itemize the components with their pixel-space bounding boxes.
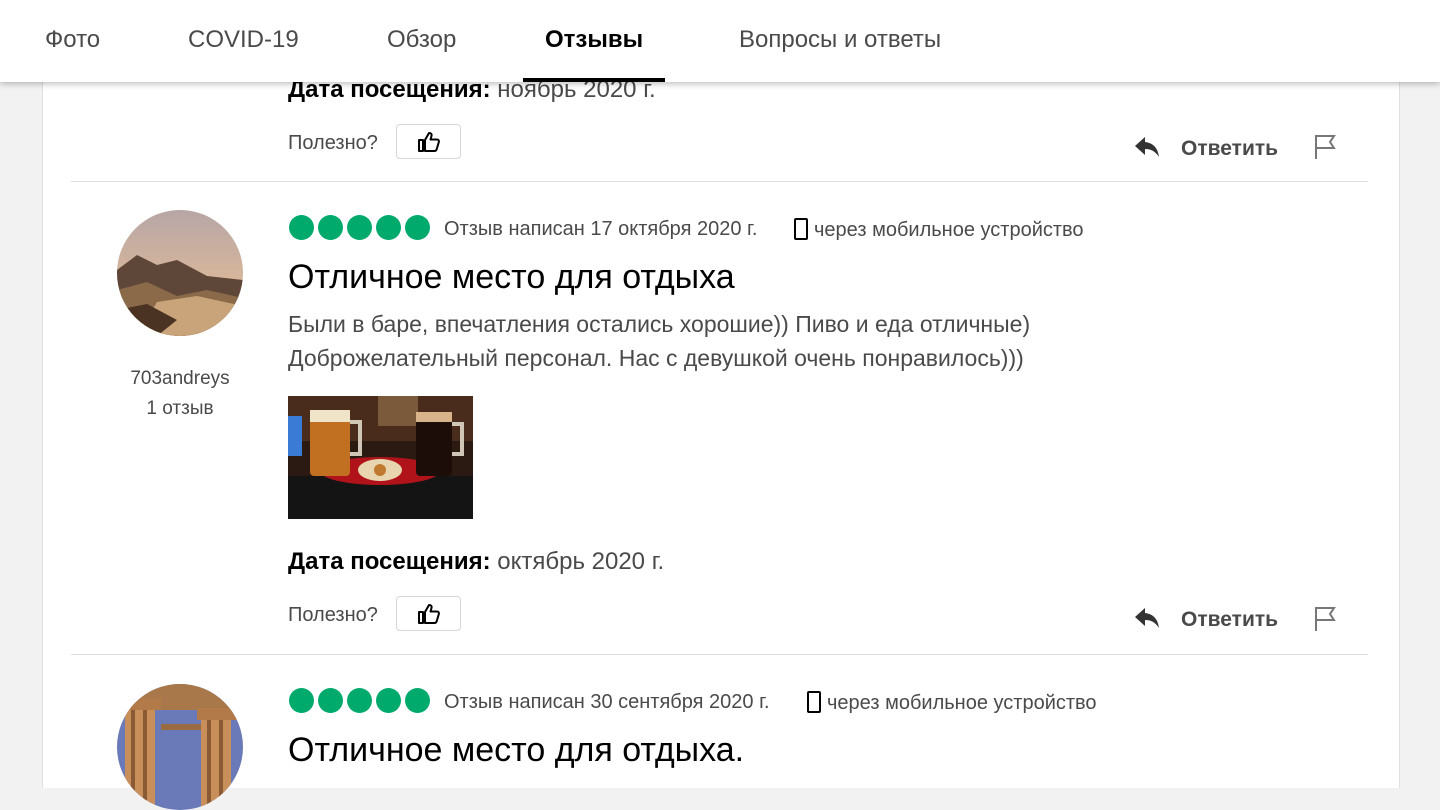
reviewer-name[interactable]: 703andreys [117, 368, 243, 390]
review-divider [71, 181, 1368, 182]
reply-button[interactable]: Ответить [1181, 137, 1278, 161]
rating-bubble [405, 688, 430, 713]
reviewer-review-count: 1 отзыв [146, 398, 214, 419]
review-written-date: Отзыв написан 30 сентября 2020 г. [444, 691, 770, 713]
rating-bubble [347, 688, 372, 713]
avatar[interactable] [117, 684, 243, 810]
rating-bubble [289, 688, 314, 713]
mobile-phone-icon [794, 218, 808, 240]
flag-icon[interactable] [1313, 606, 1337, 632]
rating-bubble [318, 215, 343, 240]
device-label: через мобильное устройство [814, 219, 1084, 241]
avatar-landscape-image [117, 210, 243, 336]
review-divider [71, 654, 1368, 655]
reply-button[interactable]: Ответить [1181, 608, 1278, 632]
active-tab-indicator [523, 78, 665, 82]
rating-bubble [405, 215, 430, 240]
tab-reviews[interactable]: Отзывы [545, 0, 643, 82]
review-text-line: Доброжелательный персонал. Нас с девушко… [288, 345, 1024, 371]
reviews-card [42, 0, 1400, 788]
visit-date: Дата посещения: октябрь 2020 г. [288, 548, 664, 576]
mobile-phone-icon [807, 691, 821, 713]
review-photo[interactable] [288, 396, 473, 519]
helpful-button[interactable] [396, 596, 461, 631]
rating-bubble [289, 215, 314, 240]
visit-date-label: Дата посещения: [288, 548, 491, 575]
thumbs-up-icon [417, 131, 440, 152]
helpful-label: Полезно? [288, 604, 378, 626]
review-written-date: Отзыв написан 17 октября 2020 г. [444, 218, 758, 240]
tab-overview[interactable]: Обзор [387, 0, 456, 82]
rating-bubbles [289, 688, 430, 713]
helpful-label: Полезно? [288, 132, 378, 154]
review-title[interactable]: Отличное место для отдыха [288, 258, 735, 297]
section-tab-bar: Фото COVID-19 Обзор Отзывы Вопросы и отв… [0, 0, 1440, 82]
rating-bubble [376, 688, 401, 713]
rating-bubbles [289, 215, 430, 240]
avatar[interactable] [117, 210, 243, 336]
avatar-columns-image [117, 684, 243, 810]
device-note: через мобильное устройство [807, 691, 1097, 715]
reply-arrow-icon[interactable] [1134, 606, 1160, 630]
reply-arrow-icon[interactable] [1134, 135, 1160, 159]
rating-bubble [347, 215, 372, 240]
tab-covid[interactable]: COVID-19 [188, 0, 299, 82]
helpful-button[interactable] [396, 124, 461, 159]
rating-bubble [318, 688, 343, 713]
tab-questions[interactable]: Вопросы и ответы [739, 0, 941, 82]
visit-date-value: октябрь 2020 г. [497, 548, 665, 575]
beer-photo-image [288, 396, 473, 519]
device-note: через мобильное устройство [794, 218, 1084, 242]
review-title[interactable]: Отличное место для отдыха. [288, 731, 744, 770]
tab-photos[interactable]: Фото [45, 0, 100, 82]
flag-icon[interactable] [1313, 134, 1337, 160]
rating-bubble [376, 215, 401, 240]
review-text-line: Были в баре, впечатления остались хороши… [288, 311, 1031, 337]
thumbs-up-icon [417, 603, 440, 624]
device-label: через мобильное устройство [827, 692, 1097, 714]
